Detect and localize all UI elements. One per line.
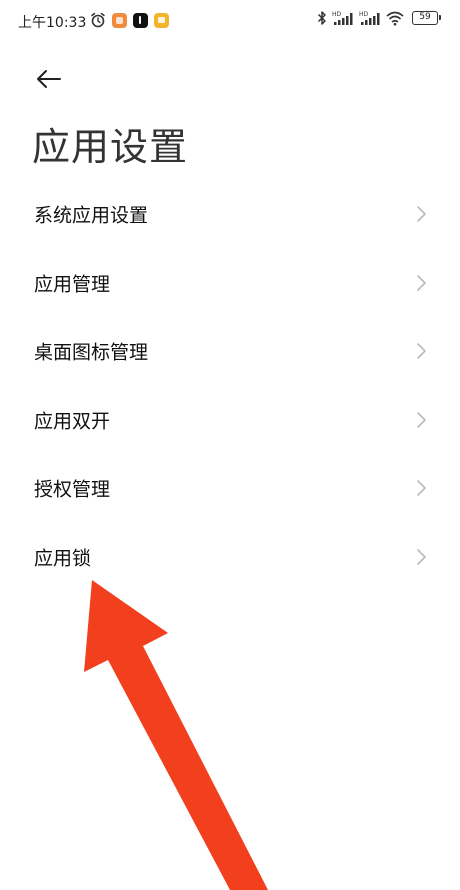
settings-item-desktop-icons[interactable]: 桌面图标管理 [0, 317, 460, 386]
settings-item-label: 应用管理 [34, 273, 111, 296]
settings-list: 系统应用设置 应用管理 桌面图标管理 应用双开 授权管理 应用锁 [0, 180, 460, 591]
hd-signal-icon: HD [359, 10, 381, 26]
settings-item-label: 应用双开 [34, 410, 111, 433]
chevron-right-icon [417, 343, 426, 360]
hd-signal-icon: HD [332, 10, 354, 26]
settings-item-label: 授权管理 [34, 478, 111, 501]
svg-text:HD: HD [332, 11, 342, 18]
red-arrow-shape [84, 580, 268, 890]
chevron-right-icon [417, 411, 426, 428]
settings-item-permissions[interactable]: 授权管理 [0, 454, 460, 523]
alarm-icon [90, 12, 106, 28]
app-notification-icon [112, 12, 127, 28]
chevron-right-icon [417, 480, 426, 497]
arrow-left-icon [37, 70, 61, 88]
chevron-right-icon [417, 274, 426, 291]
tiktok-icon [133, 12, 148, 28]
settings-item-label: 桌面图标管理 [34, 341, 149, 364]
status-bar: 上午10:33 HD HD 59 [0, 0, 460, 40]
svg-text:HD: HD [359, 11, 369, 18]
settings-item-label: 系统应用设置 [34, 204, 149, 227]
settings-item-system-apps[interactable]: 系统应用设置 [0, 180, 460, 249]
wifi-icon [386, 10, 404, 26]
settings-item-app-lock[interactable]: 应用锁 [0, 523, 460, 592]
settings-item-app-management[interactable]: 应用管理 [0, 249, 460, 318]
settings-item-dual-apps[interactable]: 应用双开 [0, 386, 460, 455]
message-notification-icon [154, 12, 169, 28]
status-system-icons: HD HD 59 [317, 10, 441, 26]
chevron-right-icon [417, 548, 426, 565]
settings-item-label: 应用锁 [34, 547, 92, 570]
page-title: 应用设置 [32, 125, 189, 169]
back-button[interactable] [30, 62, 66, 98]
chevron-right-icon [417, 206, 426, 223]
status-time: 上午10:33 [18, 15, 87, 31]
status-notification-icons [90, 12, 169, 28]
bluetooth-icon [317, 10, 327, 26]
battery-icon: 59 [412, 11, 441, 25]
